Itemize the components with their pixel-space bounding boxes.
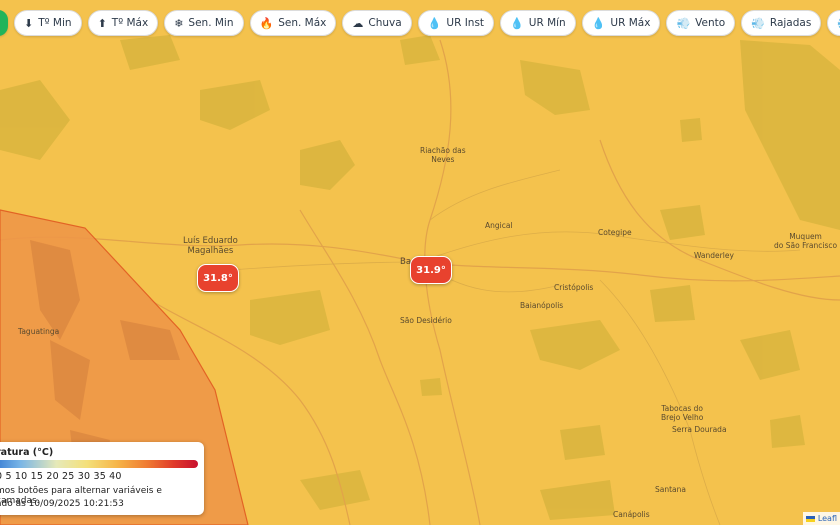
map-attribution[interactable]: Leafl [802, 512, 840, 525]
toolbar-button-ur-m-n[interactable]: 💧 UR Mín [500, 10, 576, 36]
place-santana: Santana [655, 485, 686, 494]
place-sao-desiderio: São Desidério [400, 316, 452, 325]
down-arrow-icon: ⬇ [24, 16, 34, 30]
legend-color-scale [0, 460, 198, 468]
place-serra-dourada: Serra Dourada [672, 425, 727, 434]
place-muquem: Muquem do São Francisco [774, 232, 838, 250]
toolbar-button-label: Tº Min [38, 17, 72, 29]
place-taguatinga: Taguatinga [18, 327, 60, 336]
ukraine-flag-icon [805, 515, 815, 522]
fire-icon: 🔥 [259, 16, 274, 30]
place-riachao-das-neves: Riachão das Neves [420, 146, 466, 164]
wind-icon: 💨 [751, 16, 765, 30]
legend-tick-labels: 0 5 10 15 20 25 30 35 40 [0, 471, 122, 482]
toolbar-button-label: Vento [695, 17, 726, 29]
place-luis-eduardo-magalhaes: Luís Eduardo Magalhães [183, 236, 238, 256]
up-arrow-icon: ⬆ [97, 16, 107, 30]
rain-cloud-icon: ☁ [352, 16, 364, 30]
legend-title: ratura (°C) [0, 447, 54, 458]
toolbar-button-label: UR Inst [446, 17, 485, 29]
place-cotegipe: Cotegipe [598, 228, 632, 237]
toolbar-button-t-m-x[interactable]: ⬆ Tº Máx [87, 10, 159, 36]
toolbar-button-ur-inst[interactable]: 💧 UR Inst [417, 10, 495, 36]
toolbar-button-label: Sen. Máx [278, 17, 327, 29]
attribution-text[interactable]: Leafl [818, 514, 837, 523]
place-wanderley: Wanderley [694, 251, 734, 260]
toolbar-button-active[interactable] [0, 10, 8, 36]
toolbar-button-label: Rajadas [769, 17, 812, 29]
snowflake-icon: ❄ [174, 16, 184, 30]
temperature-marker-barreiras[interactable]: 31.9° [410, 256, 452, 284]
toolbar-button-rajadas[interactable]: 💨 Rajadas [741, 10, 822, 36]
toolbar-button-ur-m-x[interactable]: 💧 UR Máx [581, 10, 661, 36]
wind-icon: 💨 [676, 16, 691, 30]
toolbar-button-vento[interactable]: 💨 Vento [666, 10, 736, 36]
water-drop-icon: 💧 [427, 16, 442, 30]
toolbar-button-sen-m-x[interactable]: 🔥 Sen. Máx [249, 10, 337, 36]
legend-update-time: ado às 10/09/2025 10:21:53 [0, 499, 124, 509]
toolbar-button-t-min[interactable]: ⬇ Tº Min [14, 10, 82, 36]
water-drop-icon: 💧 [510, 16, 524, 30]
toolbar-button-label: UR Mín [528, 17, 566, 29]
place-angical: Angical [485, 221, 513, 230]
toolbar-button-rajadas-max[interactable]: 💨Rajadas Max [827, 10, 840, 36]
toolbar-button-label: UR Máx [610, 17, 651, 29]
place-baianopolis: Baianópolis [520, 301, 564, 310]
temperature-marker-luis-eduardo[interactable]: 31.8° [197, 264, 239, 292]
legend-panel: ratura (°C) 0 5 10 15 20 25 30 35 40 mos… [0, 442, 204, 515]
place-tabocas: Tabocas do Brejo Velho [661, 404, 704, 422]
toolbar-button-label: Tº Máx [111, 17, 149, 29]
toolbar-button-chuva[interactable]: ☁ Chuva [342, 10, 412, 36]
toolbar-button-label: Sen. Min [188, 17, 234, 29]
place-canapolis: Canápolis [613, 510, 650, 519]
water-drop-icon: 💧 [591, 16, 606, 30]
variable-toolbar: ⬇ Tº Min ⬆ Tº Máx ❄ Sen. Min 🔥 Sen. Máx ☁ Chuva 💧 U… [0, 10, 840, 40]
toolbar-button-label: Chuva [368, 17, 402, 29]
place-cristopolis: Cristópolis [554, 283, 594, 292]
toolbar-button-sen-min[interactable]: ❄ Sen. Min [164, 10, 244, 36]
